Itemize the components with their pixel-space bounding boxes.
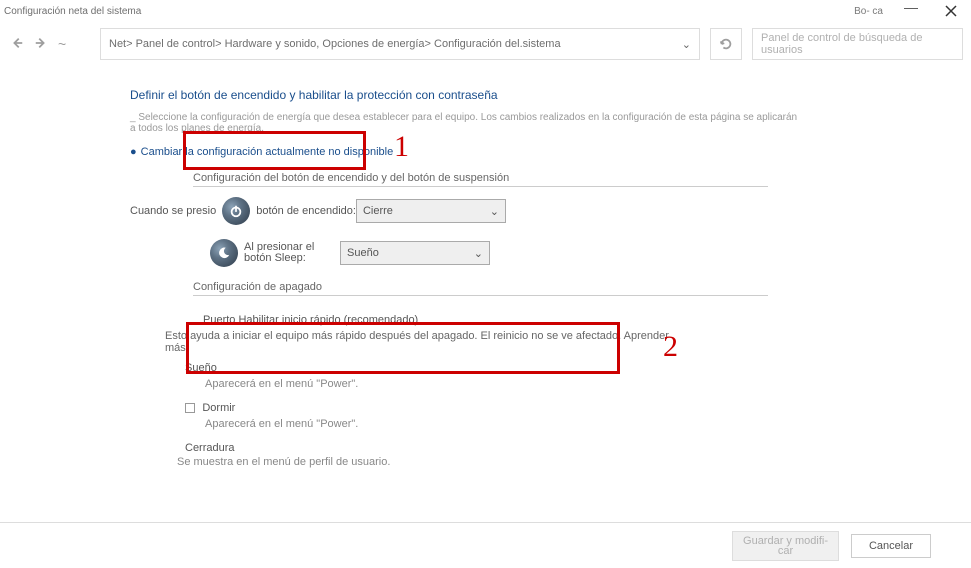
breadcrumb-text: Net> Panel de control> Hardware y sonido… — [109, 38, 678, 50]
chevron-down-icon[interactable]: ⌄ — [682, 38, 691, 51]
power-icon — [222, 197, 250, 225]
sleep-button-row: Al presionar el botón Sleep: Sueño ⌄ — [210, 239, 800, 267]
arrow-left-icon — [10, 36, 24, 50]
dream-sub: Aparecerá en el menú "Power". — [205, 378, 800, 390]
nav-row: ~ Net> Panel de control> Hardware y soni… — [0, 22, 971, 68]
power-button-row: Cuando se presio botón de encendido: Cie… — [130, 197, 800, 225]
sleep2-checkbox[interactable] — [185, 403, 195, 413]
sleep-icon — [210, 239, 238, 267]
nav-arrows: ~ — [10, 36, 90, 53]
boca-label: Bo- ca — [854, 7, 883, 16]
power-action-select[interactable]: Cierre ⌄ — [356, 199, 506, 223]
shutdown-title: Configuración de apagado — [193, 281, 768, 296]
sleep2-row: Dormir — [185, 400, 800, 414]
close-icon — [945, 5, 957, 17]
refresh-button[interactable] — [710, 28, 742, 60]
footer: Guardar y modifi- car Cancelar — [0, 522, 971, 568]
forward-button[interactable] — [34, 36, 48, 53]
recent-locations-button[interactable]: ~ — [58, 36, 66, 52]
power-button-label-post: botón de encendido: — [256, 205, 356, 217]
sleep-button-label: Al presionar el botón Sleep: — [244, 242, 324, 264]
back-button[interactable] — [10, 36, 24, 53]
dream-label: Sueño — [185, 362, 217, 374]
page-subtext: _ Seleccione la configuración de energía… — [130, 112, 800, 134]
window-title: Configuración neta del sistema — [4, 6, 141, 17]
page-heading: Definir el botón de encendido y habilita… — [130, 88, 800, 102]
minimize-button[interactable]: — — [891, 0, 931, 18]
lock-row: Cerradura Se muestra en el menú de perfi… — [185, 440, 800, 468]
fast-startup-label: Puerto Habilitar inicio rápido (recomend… — [203, 314, 418, 326]
breadcrumb[interactable]: Net> Panel de control> Hardware y sonido… — [100, 28, 700, 60]
search-placeholder: Panel de control de búsqueda de usuarios — [761, 32, 954, 56]
title-bar: Configuración neta del sistema Bo- ca — — [0, 0, 971, 22]
power-action-value: Cierre — [363, 205, 393, 217]
change-settings-link[interactable]: ● Cambiar la configuración actualmente no… — [130, 146, 800, 158]
close-button[interactable] — [931, 0, 971, 22]
sleep2-label: Dormir — [202, 402, 235, 414]
save-button[interactable]: Guardar y modifi- car — [732, 531, 839, 561]
fast-startup-row: Puerto Habilitar inicio rápido (recomend… — [203, 312, 800, 326]
lock-sub: Se muestra en el menú de perfil de usuar… — [177, 456, 800, 468]
chevron-down-icon: ⌄ — [474, 247, 483, 260]
arrow-right-icon — [34, 36, 48, 50]
power-button-label-pre: Cuando se presio — [130, 205, 216, 217]
search-input[interactable]: Panel de control de búsqueda de usuarios — [752, 28, 963, 60]
refresh-icon — [719, 37, 733, 51]
shutdown-section: Configuración de apagado Puerto Habilita… — [193, 281, 800, 468]
content-area: Definir el botón de encendido y habilita… — [0, 68, 800, 468]
section-buttons-label: Configuración del botón de encendido y d… — [193, 172, 768, 187]
dream-row: Sueño — [185, 360, 800, 374]
change-settings-link-text: Cambiar la configuración actualmente no … — [141, 146, 394, 158]
lock-label: Cerradura — [185, 442, 235, 454]
sleep-action-select[interactable]: Sueño ⌄ — [340, 241, 490, 265]
sleep2-sub: Aparecerá en el menú "Power". — [205, 418, 800, 430]
chevron-down-icon: ⌄ — [490, 205, 499, 218]
bullet-icon: ● — [130, 146, 137, 158]
sleep-action-value: Sueño — [347, 247, 379, 259]
fast-startup-desc: Esto ayuda a iniciar el equipo más rápid… — [165, 330, 685, 354]
cancel-button[interactable]: Cancelar — [851, 534, 931, 558]
